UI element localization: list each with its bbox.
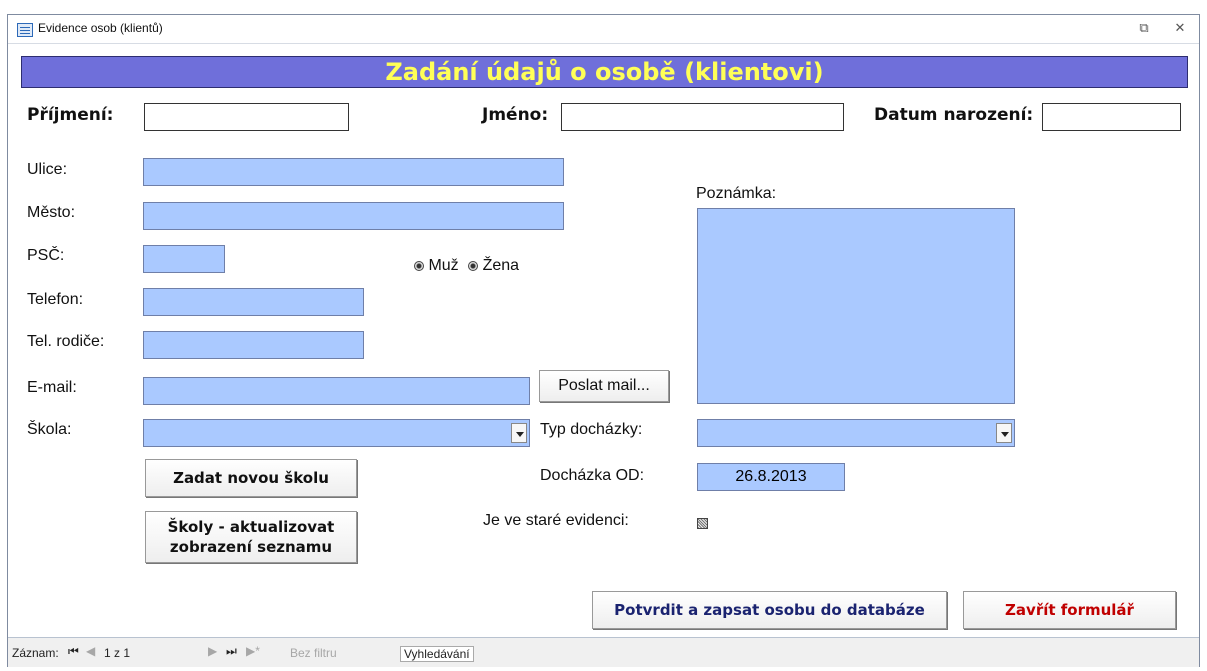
tel-rodice-input[interactable] xyxy=(143,331,364,359)
datum-narozeni-label: Datum narození: xyxy=(874,105,1034,125)
record-navigation-bar: Záznam: ⏮ ◀ 1 z 1 ▶ ⏭ ▶* Bez filtru Vyhl… xyxy=(8,637,1199,667)
stara-evidence-checkbox[interactable] xyxy=(697,518,708,529)
prijmeni-label: Příjmení: xyxy=(27,105,114,125)
poznamka-textarea[interactable] xyxy=(697,208,1015,404)
new-record-icon[interactable]: ▶* xyxy=(246,644,260,658)
prev-record-icon[interactable]: ◀ xyxy=(86,644,95,658)
jmeno-input[interactable] xyxy=(561,103,844,131)
skola-label: Škola: xyxy=(27,421,72,438)
chevron-down-icon[interactable] xyxy=(996,423,1012,443)
dochazka-od-label: Docházka OD: xyxy=(540,467,645,484)
mesto-label: Město: xyxy=(27,204,76,221)
first-record-icon[interactable]: ⏮ xyxy=(68,644,79,659)
stara-evidence-label: Je ve staré evidenci: xyxy=(483,512,629,529)
prijmeni-input[interactable] xyxy=(144,103,349,131)
ulice-label: Ulice: xyxy=(27,161,68,178)
skoly-aktualizovat-line-2: zobrazení seznamu xyxy=(169,538,333,556)
datum-narozeni-input[interactable] xyxy=(1042,103,1181,131)
poslat-mail-button[interactable]: Poslat mail... xyxy=(539,370,669,402)
psc-input[interactable] xyxy=(143,245,225,273)
email-input[interactable] xyxy=(143,377,530,405)
dochazka-od-input[interactable] xyxy=(697,463,845,491)
client-form: Zadání údajů o osobě (klientovi) Příjmen… xyxy=(8,45,1199,637)
last-record-icon[interactable]: ⏭ xyxy=(226,644,237,659)
skola-select[interactable] xyxy=(143,419,530,447)
search-box[interactable]: Vyhledávání xyxy=(400,646,474,662)
zadat-novou-skolu-button[interactable]: Zadat novou školu xyxy=(145,459,357,497)
psc-label: PSČ: xyxy=(27,247,65,264)
close-icon[interactable]: ✕ xyxy=(1169,20,1191,38)
female-label: Žena xyxy=(482,257,520,274)
email-label: E-mail: xyxy=(27,379,77,396)
title-bar: Evidence osob (klientů) ⧉ ✕ xyxy=(8,15,1199,44)
restore-icon[interactable]: ⧉ xyxy=(1133,20,1155,38)
poznamka-label: Poznámka: xyxy=(696,185,777,202)
next-record-icon[interactable]: ▶ xyxy=(208,644,217,658)
tel-rodice-label: Tel. rodiče: xyxy=(27,333,105,350)
typ-dochazky-select[interactable] xyxy=(697,419,1015,447)
typ-dochazky-label: Typ docházky: xyxy=(540,421,643,438)
gender-radio-group: Muž Žena xyxy=(414,257,519,275)
male-label: Muž xyxy=(428,257,459,274)
skoly-aktualizovat-button[interactable]: Školy - aktualizovat zobrazení seznamu xyxy=(145,511,357,563)
record-position[interactable]: 1 z 1 xyxy=(104,646,130,660)
mesto-input[interactable] xyxy=(143,202,564,230)
jmeno-label: Jméno: xyxy=(482,105,549,125)
potvrdit-zapsat-button[interactable]: Potvrdit a zapsat osobu do databáze xyxy=(592,591,947,629)
female-radio[interactable] xyxy=(468,261,479,271)
telefon-input[interactable] xyxy=(143,288,364,316)
skoly-aktualizovat-line-1: Školy - aktualizovat xyxy=(167,518,335,536)
form-icon xyxy=(17,23,33,37)
form-header: Zadání údajů o osobě (klientovi) xyxy=(21,56,1188,88)
window-title: Evidence osob (klientů) xyxy=(38,21,163,35)
form-window: Evidence osob (klientů) ⧉ ✕ Zadání údajů… xyxy=(7,14,1200,667)
filter-status[interactable]: Bez filtru xyxy=(290,646,337,660)
chevron-down-icon[interactable] xyxy=(511,423,527,443)
male-radio[interactable] xyxy=(414,261,424,271)
ulice-input[interactable] xyxy=(143,158,564,186)
zavrit-formular-button[interactable]: Zavřít formulář xyxy=(963,591,1176,629)
zaznam-label: Záznam: xyxy=(12,646,59,660)
telefon-label: Telefon: xyxy=(27,291,84,308)
